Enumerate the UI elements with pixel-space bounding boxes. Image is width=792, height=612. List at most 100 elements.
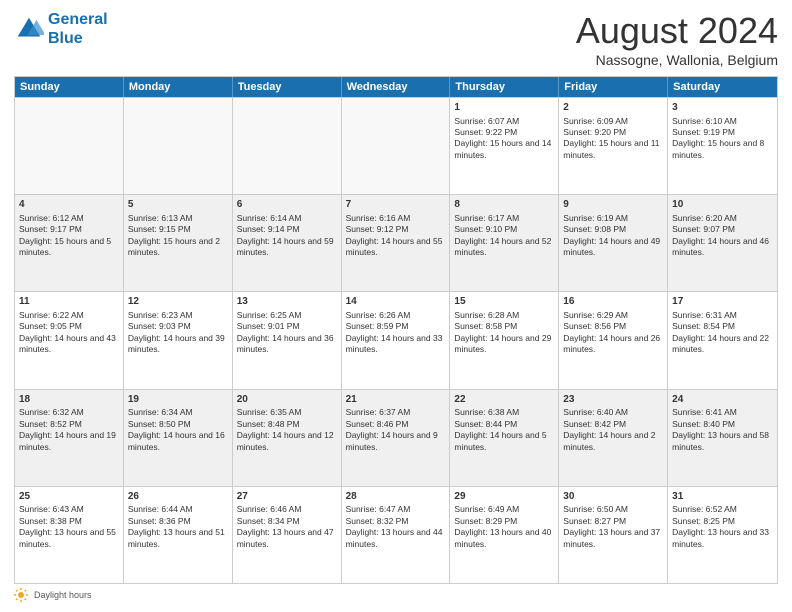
day-number: 25 <box>19 490 119 504</box>
sunrise-text: Sunrise: 6:46 AM <box>237 504 337 515</box>
daylight-text: Daylight: 14 hours and 2 minutes. <box>563 430 663 453</box>
day-number: 21 <box>346 393 446 407</box>
logo-text: General Blue <box>48 10 108 48</box>
day-number: 24 <box>672 393 773 407</box>
daylight-text: Daylight: 13 hours and 40 minutes. <box>454 527 554 550</box>
day-number: 16 <box>563 295 663 309</box>
sunset-text: Sunset: 9:22 PM <box>454 127 554 138</box>
footer-note: Daylight hours <box>34 590 92 600</box>
sunrise-text: Sunrise: 6:34 AM <box>128 407 228 418</box>
day-cell-24: 24Sunrise: 6:41 AMSunset: 8:40 PMDayligh… <box>668 390 777 486</box>
day-number: 28 <box>346 490 446 504</box>
sunset-text: Sunset: 8:52 PM <box>19 419 119 430</box>
day-number: 14 <box>346 295 446 309</box>
sunrise-text: Sunrise: 6:32 AM <box>19 407 119 418</box>
daylight-text: Daylight: 15 hours and 8 minutes. <box>672 138 773 161</box>
day-cell-11: 11Sunrise: 6:22 AMSunset: 9:05 PMDayligh… <box>15 292 124 388</box>
daylight-text: Daylight: 13 hours and 44 minutes. <box>346 527 446 550</box>
sunset-text: Sunset: 8:27 PM <box>563 516 663 527</box>
sunrise-text: Sunrise: 6:07 AM <box>454 116 554 127</box>
sunrise-text: Sunrise: 6:26 AM <box>346 310 446 321</box>
day-number: 15 <box>454 295 554 309</box>
daylight-text: Daylight: 14 hours and 55 minutes. <box>346 236 446 259</box>
sunset-text: Sunset: 9:19 PM <box>672 127 773 138</box>
day-cell-28: 28Sunrise: 6:47 AMSunset: 8:32 PMDayligh… <box>342 487 451 583</box>
day-number: 19 <box>128 393 228 407</box>
sunset-text: Sunset: 8:56 PM <box>563 321 663 332</box>
daylight-text: Daylight: 13 hours and 51 minutes. <box>128 527 228 550</box>
sunset-text: Sunset: 9:07 PM <box>672 224 773 235</box>
daylight-text: Daylight: 14 hours and 26 minutes. <box>563 333 663 356</box>
sunrise-text: Sunrise: 6:22 AM <box>19 310 119 321</box>
day-number: 2 <box>563 101 663 115</box>
day-cell-1: 1Sunrise: 6:07 AMSunset: 9:22 PMDaylight… <box>450 98 559 194</box>
day-cell-8: 8Sunrise: 6:17 AMSunset: 9:10 PMDaylight… <box>450 195 559 291</box>
weekday-header-tuesday: Tuesday <box>233 77 342 97</box>
calendar-row-3: 11Sunrise: 6:22 AMSunset: 9:05 PM Dayligh… <box>15 291 777 388</box>
daylight-text: Daylight: 14 hours and 52 minutes. <box>454 236 554 259</box>
calendar-row-5: 25Sunrise: 6:43 AMSunset: 8:38 PM Dayligh… <box>15 486 777 583</box>
day-cell-18: 18Sunrise: 6:32 AMSunset: 8:52 PMDayligh… <box>15 390 124 486</box>
day-cell-23: 23Sunrise: 6:40 AMSunset: 8:42 PMDayligh… <box>559 390 668 486</box>
weekday-header-monday: Monday <box>124 77 233 97</box>
day-cell-30: 30Sunrise: 6:50 AMSunset: 8:27 PMDayligh… <box>559 487 668 583</box>
footer: Daylight hours <box>14 588 778 602</box>
sunset-text: Sunset: 8:48 PM <box>237 419 337 430</box>
day-cell-5: 5Sunrise: 6:13 AMSunset: 9:15 PMDaylight… <box>124 195 233 291</box>
day-number: 18 <box>19 393 119 407</box>
day-cell-10: 10Sunrise: 6:20 AMSunset: 9:07 PMDayligh… <box>668 195 777 291</box>
sunrise-text: Sunrise: 6:37 AM <box>346 407 446 418</box>
day-cell-16: 16Sunrise: 6:29 AMSunset: 8:56 PMDayligh… <box>559 292 668 388</box>
logo-icon <box>14 14 44 44</box>
empty-cell <box>342 98 451 194</box>
day-number: 22 <box>454 393 554 407</box>
day-number: 4 <box>19 198 119 212</box>
sunrise-text: Sunrise: 6:25 AM <box>237 310 337 321</box>
daylight-text: Daylight: 15 hours and 14 minutes. <box>454 138 554 161</box>
day-number: 9 <box>563 198 663 212</box>
day-number: 12 <box>128 295 228 309</box>
logo-line1: General <box>48 11 108 28</box>
sunset-text: Sunset: 8:38 PM <box>19 516 119 527</box>
sunset-text: Sunset: 8:25 PM <box>672 516 773 527</box>
sunset-text: Sunset: 9:08 PM <box>563 224 663 235</box>
day-cell-13: 13Sunrise: 6:25 AMSunset: 9:01 PMDayligh… <box>233 292 342 388</box>
day-number: 30 <box>563 490 663 504</box>
day-number: 8 <box>454 198 554 212</box>
day-cell-31: 31Sunrise: 6:52 AMSunset: 8:25 PMDayligh… <box>668 487 777 583</box>
sunrise-text: Sunrise: 6:28 AM <box>454 310 554 321</box>
sunset-text: Sunset: 8:50 PM <box>128 419 228 430</box>
sunrise-text: Sunrise: 6:13 AM <box>128 213 228 224</box>
sunrise-text: Sunrise: 6:43 AM <box>19 504 119 515</box>
daylight-text: Daylight: 15 hours and 5 minutes. <box>19 236 119 259</box>
sunset-text: Sunset: 8:54 PM <box>672 321 773 332</box>
daylight-text: Daylight: 14 hours and 49 minutes. <box>563 236 663 259</box>
day-cell-9: 9Sunrise: 6:19 AMSunset: 9:08 PMDaylight… <box>559 195 668 291</box>
calendar-header: SundayMondayTuesdayWednesdayThursdayFrid… <box>15 77 777 97</box>
day-number: 17 <box>672 295 773 309</box>
sunset-text: Sunset: 9:05 PM <box>19 321 119 332</box>
sunset-text: Sunset: 8:42 PM <box>563 419 663 430</box>
sunset-text: Sunset: 9:03 PM <box>128 321 228 332</box>
day-number: 26 <box>128 490 228 504</box>
sunset-text: Sunset: 8:44 PM <box>454 419 554 430</box>
day-number: 13 <box>237 295 337 309</box>
daylight-text: Daylight: 14 hours and 22 minutes. <box>672 333 773 356</box>
day-number: 31 <box>672 490 773 504</box>
title-section: August 2024 Nassogne, Wallonia, Belgium <box>576 10 778 68</box>
sunset-text: Sunset: 9:10 PM <box>454 224 554 235</box>
sunset-text: Sunset: 9:15 PM <box>128 224 228 235</box>
daylight-text: Daylight: 15 hours and 2 minutes. <box>128 236 228 259</box>
day-cell-6: 6Sunrise: 6:14 AMSunset: 9:14 PMDaylight… <box>233 195 342 291</box>
month-title: August 2024 <box>576 10 778 52</box>
day-number: 29 <box>454 490 554 504</box>
weekday-header-saturday: Saturday <box>668 77 777 97</box>
day-number: 3 <box>672 101 773 115</box>
sunset-text: Sunset: 8:59 PM <box>346 321 446 332</box>
daylight-text: Daylight: 14 hours and 29 minutes. <box>454 333 554 356</box>
calendar-row-4: 18Sunrise: 6:32 AMSunset: 8:52 PM Dayligh… <box>15 389 777 486</box>
day-number: 11 <box>19 295 119 309</box>
sunrise-text: Sunrise: 6:20 AM <box>672 213 773 224</box>
sunset-text: Sunset: 9:17 PM <box>19 224 119 235</box>
day-cell-17: 17Sunrise: 6:31 AMSunset: 8:54 PMDayligh… <box>668 292 777 388</box>
